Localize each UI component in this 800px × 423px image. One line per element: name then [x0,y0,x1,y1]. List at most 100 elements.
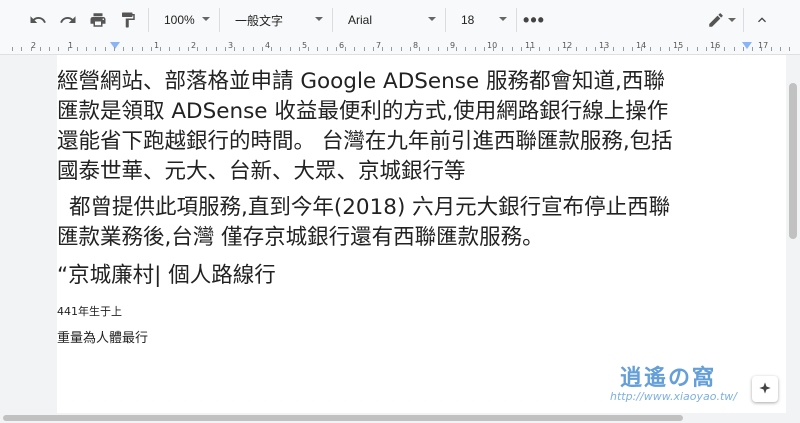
ruler-tick [345,47,346,51]
ruler-tick [335,47,337,51]
ruler-tick [576,47,578,51]
ruler-tick [178,47,180,51]
paragraph-style-value: 一般文字 [235,13,284,28]
more-icon: ••• [523,9,545,30]
ruler-tick [650,47,652,51]
print-button[interactable] [86,0,110,40]
ruler-tick [382,47,383,51]
toolbar-divider [743,8,744,32]
undo-button[interactable] [26,0,50,40]
left-indent-marker[interactable] [110,42,120,49]
more-options-button[interactable]: ••• [520,0,548,40]
ruler-tick [234,47,235,51]
ruler-tick [391,47,393,51]
ruler-number: 17 [758,41,769,50]
ruler-tick [613,47,615,51]
ruler-tick [187,47,189,51]
ruler-number: 1 [154,41,160,50]
collapse-toolbar-button[interactable] [750,0,774,40]
ruler[interactable]: 2 1 1 2 3 4 5 6 7 8 9 10 11 12 13 14 15 … [0,40,800,55]
ruler-tick [493,47,494,51]
ruler-tick [770,47,772,51]
quote-line[interactable]: “京城廉村| 個人路線行 [57,261,677,291]
chevron-down-icon [727,18,736,22]
paragraph-style-select[interactable]: 一般文字 [221,0,329,40]
ruler-tick [456,47,457,51]
ruler-tick [21,47,23,51]
ruler-tick [67,47,69,51]
ruler-tick [95,47,97,51]
ruler-tick [141,47,143,51]
ruler-tick [539,47,541,51]
paint-format-button[interactable] [116,0,140,40]
undo-icon [30,16,46,23]
ruler-tick [261,47,263,51]
ruler-tick [150,47,152,51]
ruler-tick [400,47,402,51]
horizontal-scroll-thumb[interactable] [3,415,683,421]
toolbar-divider [219,8,220,32]
ruler-tick [465,47,467,51]
ruler-tick [169,47,171,51]
paragraph[interactable]: 經營網站、部落格並申請 Google ADSense 服務都會知道,西聯匯款是領… [57,67,677,187]
ruler-tick [317,47,319,51]
ruler-number: 2 [31,41,37,50]
toolbar-divider [516,8,517,32]
font-select[interactable]: Arial [334,0,442,40]
ruler-tick [687,47,689,51]
ruler-number: 8 [413,41,419,50]
ruler-tick [641,47,642,51]
ruler-tick [58,47,60,51]
vertical-scroll-thumb[interactable] [789,83,797,239]
font-size-select[interactable]: 18 [447,0,513,40]
zoom-select[interactable]: 100% [150,0,216,40]
ruler-tick [761,47,763,51]
chevron-down-icon [499,17,507,21]
ruler-number: 5 [302,41,308,50]
paragraph[interactable]: 都曾提供此項服務,直到今年(2018) 六月元大銀行宣布停止西聯匯款業務後,台灣… [57,193,677,253]
ruler-tick [668,47,670,51]
ruler-tick [631,47,633,51]
ruler-tick [724,47,726,51]
font-value: Arial [348,13,373,27]
ruler-tick [548,47,550,51]
ruler-tick [520,47,522,51]
small-text-line[interactable]: 441年生于上 [57,303,677,319]
chevron-down-icon [315,17,323,21]
ruler-tick [123,47,124,51]
ruler-tick [557,47,559,51]
ruler-tick [243,47,245,51]
ruler-tick [779,47,781,51]
ruler-tick [39,47,41,51]
document-body[interactable]: 經營網站、部落格並申請 Google ADSense 服務都會知道,西聯匯款是領… [57,67,677,346]
horizontal-scrollbar[interactable] [0,413,800,423]
ruler-tick [428,47,430,51]
redo-button[interactable] [56,0,80,40]
chevron-up-icon [758,17,766,23]
ruler-tick [585,47,587,51]
ruler-tick [419,47,420,51]
ruler-tick [12,47,13,51]
ruler-tick [696,47,698,51]
editing-mode-button[interactable] [702,0,740,40]
ruler-tick [215,47,217,51]
ruler-tick [252,47,254,51]
toolbar: 100% 一般文字 Arial 18 ••• [0,0,800,41]
zoom-value: 100% [164,13,195,27]
explore-button[interactable] [752,376,778,402]
small-text-line[interactable]: 重量為人體最行 [57,327,677,346]
ruler-tick [511,47,513,51]
ruler-tick [567,47,568,51]
ruler-tick [530,47,531,51]
print-icon [90,13,106,27]
ruler-tick [49,47,50,51]
watermark-url: http://www.xiaoyao.tw/ [610,390,738,403]
ruler-tick [132,47,134,51]
paint-format-icon [122,12,135,28]
ruler-number: 9 [450,41,456,50]
ruler-tick [622,47,624,51]
ruler-tick [733,47,735,51]
ruler-tick [474,47,476,51]
ruler-tick [289,47,291,51]
ruler-number: 4 [265,41,271,50]
